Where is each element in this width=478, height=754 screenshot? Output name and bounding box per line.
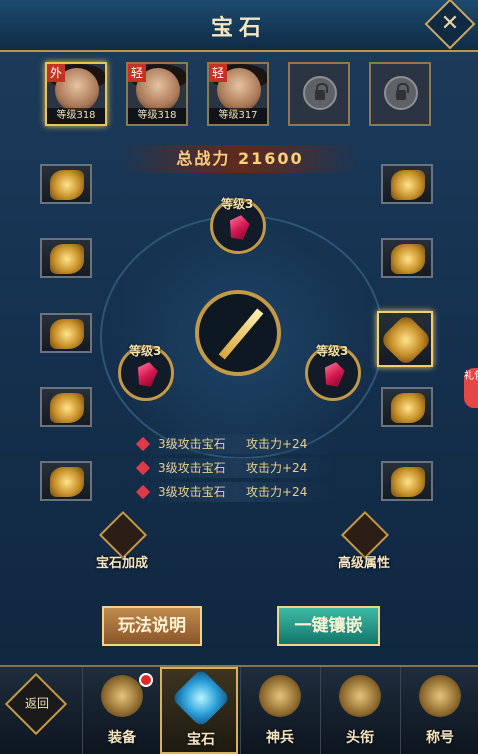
nav-equipment[interactable]: 装备 xyxy=(82,667,160,754)
advanced-attributes-label: 高级属性 xyxy=(337,556,390,571)
gem-stat: 攻击力+24 xyxy=(246,485,308,499)
total-power-label: 总战力 xyxy=(176,149,231,168)
belt-icon xyxy=(50,467,84,497)
necklace-icon xyxy=(50,244,84,274)
socket-level: 等级3 xyxy=(221,197,254,211)
ruby-gem-icon xyxy=(227,213,251,240)
equip-slot-left-5[interactable] xyxy=(40,461,92,501)
total-power-value: 21600 xyxy=(237,149,304,168)
robe-icon xyxy=(391,393,425,423)
title-bar: 宝石 ✕ xyxy=(0,0,478,52)
gem-stat-row: 3级攻击宝石 攻击力+24 xyxy=(135,458,336,478)
divine-weapon-icon xyxy=(259,675,301,717)
hero-slot-locked-1[interactable] xyxy=(288,62,350,126)
hero-faction-tag: 轻 xyxy=(128,64,146,82)
hero-portrait-3[interactable]: 轻 等级317 xyxy=(207,62,269,126)
hero-portrait-1[interactable]: 外 等级318 xyxy=(45,62,107,126)
equip-slot-right-3[interactable] xyxy=(377,311,433,367)
nav-gem[interactable]: 宝石 xyxy=(160,667,238,754)
selected-equipment xyxy=(195,290,281,376)
nav-label: 装备 xyxy=(108,730,136,746)
equip-slot-left-2[interactable] xyxy=(40,238,92,278)
nav-rank-title[interactable]: 头衔 xyxy=(320,667,398,754)
notification-dot xyxy=(139,673,153,687)
close-icon: ✕ xyxy=(440,11,460,36)
ring-icon xyxy=(50,170,84,200)
rank-title-icon xyxy=(339,675,381,717)
gem-name: 3级攻击宝石 xyxy=(158,485,226,499)
hero-level: 等级318 xyxy=(128,108,186,124)
equip-slot-left-1[interactable] xyxy=(40,164,92,204)
nav-honor-title[interactable]: 称号 xyxy=(400,667,478,754)
socket-level: 等级3 xyxy=(129,344,162,358)
hero-slot-locked-2[interactable] xyxy=(369,62,431,126)
gem-stat-row: 3级攻击宝石 攻击力+24 xyxy=(135,434,336,454)
equip-slot-right-1[interactable] xyxy=(381,164,433,204)
gem-bullet-icon xyxy=(135,484,151,500)
ruby-gem-icon xyxy=(322,360,346,387)
window-title: 宝石 xyxy=(210,16,267,41)
gem-socket-left[interactable]: 等级3 xyxy=(118,344,174,401)
hero-level: 等级317 xyxy=(209,108,267,124)
hero-faction-tag: 轻 xyxy=(209,64,227,82)
lock-icon xyxy=(303,76,337,110)
gem-stat: 攻击力+24 xyxy=(246,437,308,451)
honor-title-icon xyxy=(419,675,461,717)
nav-label: 头衔 xyxy=(346,730,374,746)
gem-name: 3级攻击宝石 xyxy=(158,437,226,451)
equipment-icon xyxy=(101,675,143,717)
equip-slot-right-5[interactable] xyxy=(381,461,433,501)
ruby-gem-icon xyxy=(135,360,159,387)
gem-window: 宝石 ✕ 外 等级318 轻 等级318 轻 等级317 总战力 21600 等… xyxy=(0,0,478,754)
hero-portrait-2[interactable]: 轻 等级318 xyxy=(126,62,188,126)
nav-label: 神兵 xyxy=(266,730,294,746)
rules-button[interactable]: 玩法说明 xyxy=(102,606,202,646)
equip-slot-left-3[interactable] xyxy=(40,313,92,353)
close-button[interactable]: ✕ xyxy=(424,0,476,50)
gem-bullet-icon xyxy=(135,460,151,476)
bottom-nav: 装备 宝石 神兵 头衔 称号 xyxy=(0,665,478,754)
equip-slot-right-4[interactable] xyxy=(381,387,433,427)
auto-inlay-button[interactable]: 一键镶嵌 xyxy=(277,606,380,646)
gem-stat: 攻击力+24 xyxy=(246,461,308,475)
hero-faction-tag: 外 xyxy=(47,64,65,82)
gem-bonus-label: 宝石加成 xyxy=(95,556,148,571)
gem-name: 3级攻击宝石 xyxy=(158,461,226,475)
nav-divine-weapon[interactable]: 神兵 xyxy=(240,667,318,754)
gem-stat-row: 3级攻击宝石 攻击力+24 xyxy=(135,482,336,502)
hero-level: 等级318 xyxy=(47,108,105,124)
advanced-attributes-button[interactable]: 高级属性 xyxy=(324,510,404,578)
gift-pack-badge[interactable]: 礼包 xyxy=(464,368,478,408)
ring-icon xyxy=(391,170,425,200)
boots-icon xyxy=(391,467,425,497)
gem-socket-right[interactable]: 等级3 xyxy=(305,344,361,401)
back-label: 返回 xyxy=(25,696,50,711)
nav-label: 宝石 xyxy=(187,732,215,748)
armor-icon xyxy=(391,244,425,274)
equip-slot-left-4[interactable] xyxy=(40,387,92,427)
gem-icon xyxy=(171,668,231,728)
nav-label: 称号 xyxy=(426,730,454,746)
equip-slot-right-2[interactable] xyxy=(381,238,433,278)
lock-icon xyxy=(384,76,418,110)
sword-icon xyxy=(218,308,264,360)
bracer-icon xyxy=(50,319,84,349)
gem-bullet-icon xyxy=(135,436,151,452)
gem-socket-top[interactable]: 等级3 xyxy=(210,197,266,254)
amulet-icon xyxy=(50,393,84,423)
sword-icon xyxy=(379,313,433,367)
total-power: 总战力 21600 xyxy=(120,145,360,173)
socket-level: 等级3 xyxy=(316,344,349,358)
gem-bonus-button[interactable]: 宝石加成 xyxy=(82,510,162,578)
